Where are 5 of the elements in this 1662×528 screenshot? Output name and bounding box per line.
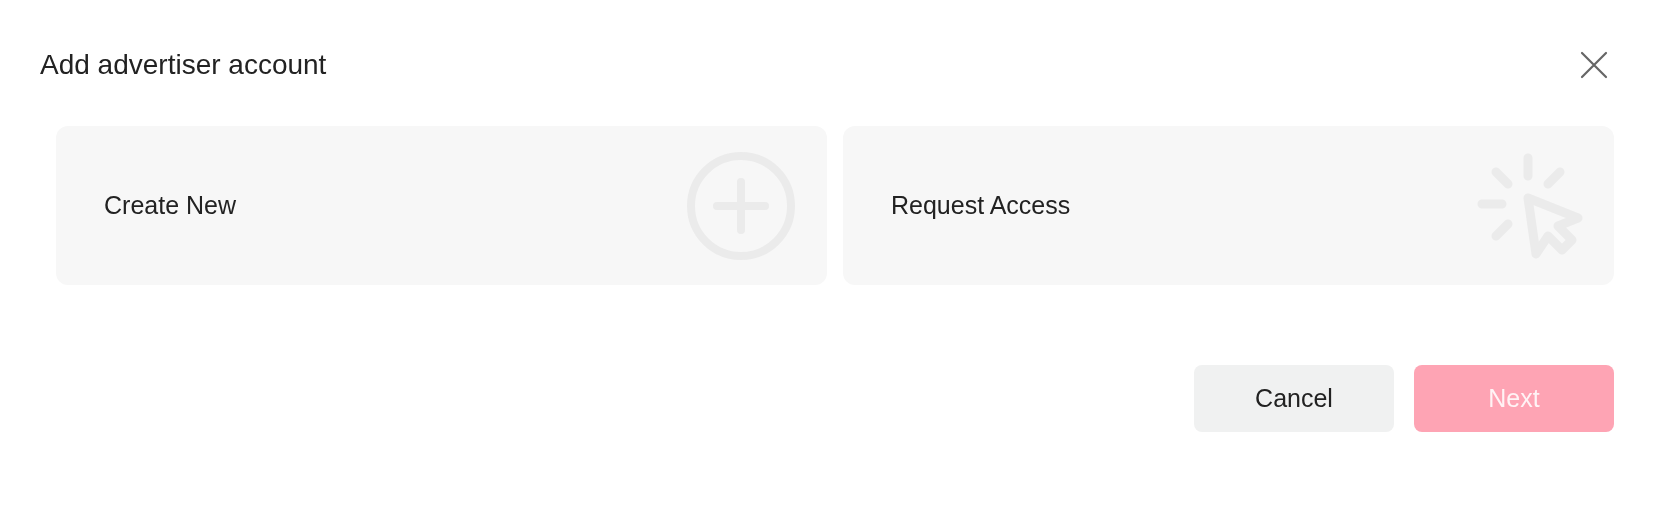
option-card[interactable]: Request Access [843,126,1614,285]
cancel-button[interactable]: Cancel [1194,365,1394,432]
option-card[interactable]: Create New [56,126,827,285]
dialog-title: Add advertiser account [40,48,327,82]
close-icon [1580,51,1608,79]
